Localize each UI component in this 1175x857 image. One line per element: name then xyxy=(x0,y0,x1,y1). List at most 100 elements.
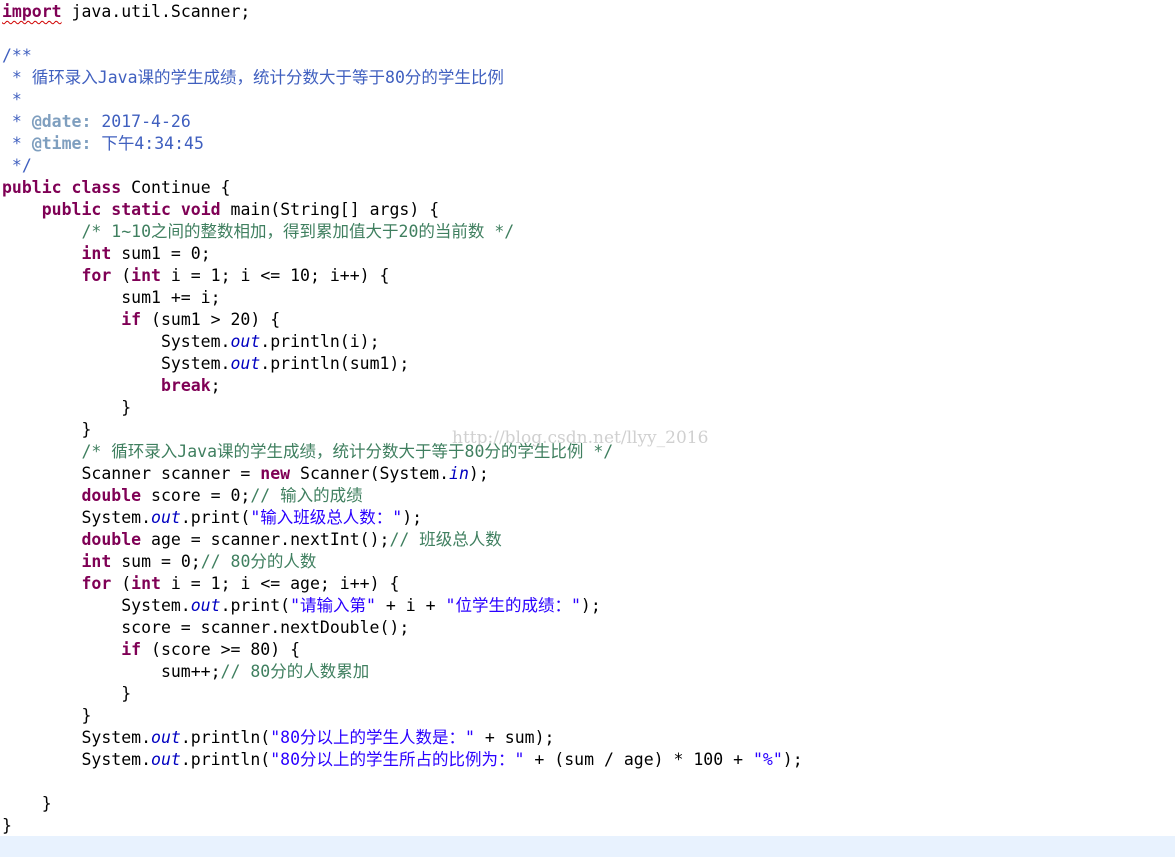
code-line[interactable]: System.out.print("请输入第" + i + "位学生的成绩：")… xyxy=(2,595,803,617)
code-line[interactable]: * 循环录入Java课的学生成绩，统计分数大于等于80分的学生比例 xyxy=(2,67,803,89)
code-line[interactable]: double score = 0;// 输入的成绩 xyxy=(2,485,803,507)
current-line-highlight[interactable] xyxy=(0,836,1175,857)
code-token: sum1 = 0; xyxy=(111,244,211,263)
code-token: System. xyxy=(2,332,231,351)
code-token: i = 1; i <= 10; i++) { xyxy=(160,266,390,285)
code-token: ); xyxy=(580,596,601,615)
code-line[interactable]: System.out.println(i); xyxy=(2,331,803,353)
string-literal-token: "80分以上的学生人数是：" xyxy=(270,728,475,747)
keyword-token: break xyxy=(160,376,211,395)
javadoc-token: 2017-4-26 xyxy=(91,112,191,131)
code-token: Scanner(System. xyxy=(290,464,450,483)
comment-token: /* 1~10之间的整数相加，得到累加值大于20的当前数 */ xyxy=(81,222,515,241)
code-line[interactable]: */ xyxy=(2,155,803,177)
code-line[interactable]: /* 1~10之间的整数相加，得到累加值大于20的当前数 */ xyxy=(2,221,803,243)
string-literal-token: "%" xyxy=(752,750,783,769)
code-token: + (sum / age) * 100 + xyxy=(524,750,753,769)
code-line[interactable] xyxy=(2,23,803,45)
code-editor[interactable]: import java.util.Scanner; /** * 循环录入Java… xyxy=(0,0,1175,857)
code-line[interactable]: import java.util.Scanner; xyxy=(2,1,803,23)
code-line[interactable]: public static void main(String[] args) { xyxy=(2,199,803,221)
code-line[interactable] xyxy=(2,771,803,793)
code-token: System. xyxy=(2,596,191,615)
static-field-token: out xyxy=(151,728,181,747)
code-token: } xyxy=(2,398,132,417)
code-token: } xyxy=(2,706,92,725)
code-token: .println( xyxy=(180,728,271,747)
code-line[interactable]: for (int i = 1; i <= 10; i++) { xyxy=(2,265,803,287)
code-line[interactable]: if (score >= 80) { xyxy=(2,639,803,661)
code-line[interactable]: System.out.print("输入班级总人数："); xyxy=(2,507,803,529)
code-line[interactable]: Scanner scanner = new Scanner(System.in)… xyxy=(2,463,803,485)
code-token: i = 1; i <= age; i++) { xyxy=(160,574,400,593)
code-line[interactable]: break; xyxy=(2,375,803,397)
code-token: ; xyxy=(210,376,221,395)
code-line[interactable]: sum1 += i; xyxy=(2,287,803,309)
code-text-area[interactable]: import java.util.Scanner; /** * 循环录入Java… xyxy=(2,1,803,837)
code-token: } xyxy=(2,816,12,835)
code-token: ); xyxy=(468,464,489,483)
comment-token: // 班级总人数 xyxy=(389,530,502,549)
keyword-token: for xyxy=(81,266,112,285)
code-line[interactable]: * @date: 2017-4-26 xyxy=(2,111,803,133)
code-line[interactable]: } xyxy=(2,793,803,815)
code-token: System. xyxy=(2,728,152,747)
code-token: .println(i); xyxy=(260,332,380,351)
string-literal-token: "位学生的成绩：" xyxy=(445,596,581,615)
code-line[interactable]: double age = scanner.nextInt();// 班级总人数 xyxy=(2,529,803,551)
code-line[interactable]: int sum1 = 0; xyxy=(2,243,803,265)
javadoc-token: */ xyxy=(2,156,32,175)
code-token: } xyxy=(2,794,52,813)
javadoc-token: * xyxy=(2,112,32,131)
comment-token: /* 循环录入Java课的学生成绩，统计分数大于等于80分的学生比例 */ xyxy=(81,442,614,461)
code-line[interactable]: sum++;// 80分的人数累加 xyxy=(2,661,803,683)
string-literal-token: "80分以上的学生所占的比例为：" xyxy=(270,750,525,769)
code-line[interactable]: /** xyxy=(2,45,803,67)
javadoc-token: /** xyxy=(2,46,32,65)
code-line[interactable]: score = scanner.nextDouble(); xyxy=(2,617,803,639)
string-literal-token: "输入班级总人数：" xyxy=(250,508,403,527)
code-line[interactable]: } xyxy=(2,815,803,837)
static-field-token: in xyxy=(449,464,469,483)
code-token: sum = 0; xyxy=(111,552,201,571)
code-line[interactable]: int sum = 0;// 80分的人数 xyxy=(2,551,803,573)
code-token: score = scanner.nextDouble(); xyxy=(2,618,410,637)
keyword-token: int xyxy=(131,266,161,285)
code-line[interactable]: } xyxy=(2,419,803,441)
code-line[interactable]: public class Continue { xyxy=(2,177,803,199)
code-token: age = scanner.nextInt(); xyxy=(141,530,390,549)
code-line[interactable]: } xyxy=(2,705,803,727)
keyword-token: int xyxy=(81,244,112,263)
code-token: } xyxy=(2,684,132,703)
code-token: .print( xyxy=(220,596,291,615)
string-literal-token: "请输入第" xyxy=(290,596,376,615)
code-line[interactable]: * xyxy=(2,89,803,111)
code-token: + sum); xyxy=(474,728,555,747)
code-token: Continue { xyxy=(121,178,231,197)
code-line[interactable]: * @time: 下午4:34:45 xyxy=(2,133,803,155)
javadoc-tag-token: @time: xyxy=(31,134,92,153)
code-line[interactable]: } xyxy=(2,397,803,419)
code-line[interactable]: System.out.println("80分以上的学生人数是：" + sum)… xyxy=(2,727,803,749)
keyword-token: int xyxy=(81,552,112,571)
code-line[interactable]: if (sum1 > 20) { xyxy=(2,309,803,331)
code-line[interactable]: System.out.println(sum1); xyxy=(2,353,803,375)
code-line[interactable]: System.out.println("80分以上的学生所占的比例为：" + (… xyxy=(2,749,802,771)
code-line[interactable]: /* 循环录入Java课的学生成绩，统计分数大于等于80分的学生比例 */ xyxy=(2,441,803,463)
code-line[interactable]: } xyxy=(2,683,803,705)
code-token: sum++; xyxy=(2,662,221,681)
keyword-token: public xyxy=(2,178,62,197)
keyword-token: class xyxy=(71,178,122,197)
code-line[interactable]: for (int i = 1; i <= age; i++) { xyxy=(2,573,803,595)
static-field-token: out xyxy=(230,332,261,351)
code-token: ( xyxy=(111,574,132,593)
code-token: .println(sum1); xyxy=(260,354,410,373)
